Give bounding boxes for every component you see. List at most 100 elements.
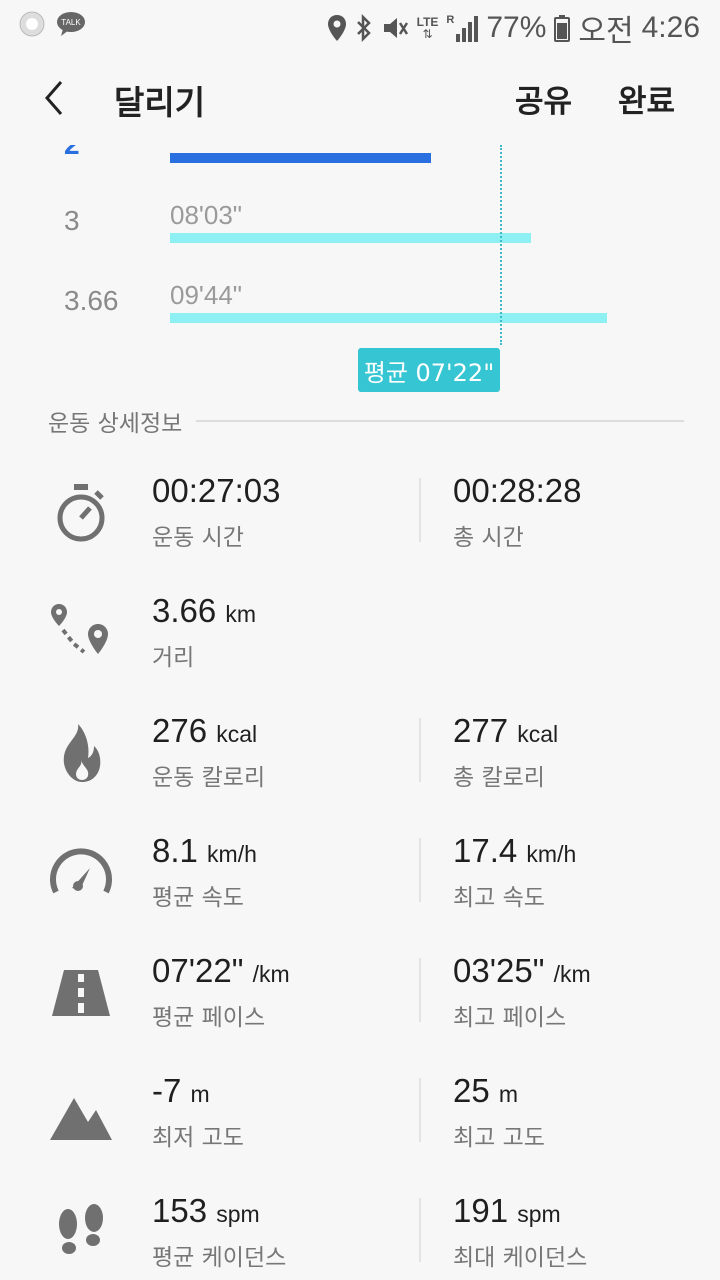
column-divider xyxy=(419,478,421,542)
metric-label: 평균 속도 xyxy=(152,885,244,911)
speedometer-icon xyxy=(50,848,112,894)
battery-icon xyxy=(554,15,571,42)
road-icon xyxy=(52,970,110,1016)
metric-unit: m xyxy=(498,1081,519,1107)
metric-value: 153 xyxy=(152,1192,208,1229)
divider xyxy=(196,420,684,422)
split-label: 2 xyxy=(64,145,80,161)
metric-unit: km/h xyxy=(207,841,257,867)
metric-label: 평균 케이던스 xyxy=(152,1245,287,1271)
metric-label: 운동 칼로리 xyxy=(152,765,266,791)
lte-icon: LTE ⇅ xyxy=(417,16,439,40)
footprints-icon xyxy=(59,1204,103,1254)
split-label: 3 xyxy=(64,205,80,236)
metric-row-calories: 276 kcal 운동 칼로리 277 kcal 총 칼로리 xyxy=(0,712,720,832)
metric-unit: kcal xyxy=(216,721,258,747)
roaming-indicator: R xyxy=(446,14,455,26)
section-title: 운동 상세정보 xyxy=(48,411,183,437)
metric-best-pace: 03'25" /km 최고 페이스 xyxy=(453,952,591,1032)
metric-average-speed: 8.1 km/h 평균 속도 xyxy=(152,832,257,912)
metric-label: 최저 고도 xyxy=(152,1125,244,1151)
mountain-icon xyxy=(50,1098,112,1140)
split-pace-chart: 2 3 08'03" 3.66 09'44" 평균 07'22" xyxy=(0,145,720,395)
metric-row-pace: 07'22" /km 평균 페이스 03'25" /km 최고 페이스 xyxy=(0,952,720,1072)
metric-value: 276 xyxy=(152,712,208,749)
signal-bar xyxy=(468,22,473,42)
metric-max-altitude: 25 m 최고 고도 xyxy=(453,1072,545,1152)
metric-unit: /km xyxy=(252,961,290,987)
average-pace-badge: 평균 07'22" xyxy=(358,348,500,392)
metric-label: 운동 시간 xyxy=(152,525,244,551)
metric-workout-calories: 276 kcal 운동 칼로리 xyxy=(152,712,265,792)
metric-label: 거리 xyxy=(152,645,195,671)
metric-row-speed: 8.1 km/h 평균 속도 17.4 km/h 최고 속도 xyxy=(0,832,720,952)
metric-value: 07'22" xyxy=(152,952,244,989)
status-time: 4:26 xyxy=(641,11,700,44)
split-bar xyxy=(170,313,607,323)
metric-label: 최고 속도 xyxy=(453,885,545,911)
metric-row-time: 00:27:03 운동 시간 00:28:28 총 시간 xyxy=(0,472,720,592)
metric-value: 277 xyxy=(453,712,509,749)
column-divider xyxy=(419,838,421,902)
split-time: 09'44" xyxy=(170,280,243,310)
metric-distance: 3.66 km 거리 xyxy=(152,592,256,672)
page-title: 달리기 xyxy=(114,83,206,122)
split-time: 08'03" xyxy=(170,200,243,230)
metric-value: 8.1 xyxy=(152,832,198,869)
metric-label: 최고 페이스 xyxy=(453,1005,567,1031)
bluetooth-icon xyxy=(356,14,371,42)
metric-value: 00:27:03 xyxy=(152,472,281,509)
status-left: TALK xyxy=(18,10,86,38)
route-distance-icon xyxy=(51,604,108,654)
status-ampm: 오전 xyxy=(578,15,634,48)
back-button[interactable] xyxy=(28,72,80,124)
stopwatch-icon xyxy=(57,484,105,542)
battery-percent: 77% xyxy=(486,11,547,44)
flame-icon xyxy=(63,724,101,782)
metric-label: 평균 페이스 xyxy=(152,1005,266,1031)
app-bar: 달리기 공유 완료 xyxy=(0,50,720,145)
talk-icon: TALK xyxy=(57,12,85,36)
metric-total-calories: 277 kcal 총 칼로리 xyxy=(453,712,558,792)
metric-unit: /km xyxy=(553,961,591,987)
metric-min-altitude: -7 m 최저 고도 xyxy=(152,1072,244,1152)
metric-workout-time: 00:27:03 운동 시간 xyxy=(152,472,280,552)
metric-value: 00:28:28 xyxy=(453,472,582,509)
metric-row-cadence: 153 spm 평균 케이던스 191 spm 최대 케이던스 xyxy=(0,1192,720,1280)
metric-unit: spm xyxy=(216,1201,260,1227)
metric-max-cadence: 191 spm 최대 케이던스 xyxy=(453,1192,587,1272)
location-icon xyxy=(327,15,346,41)
metric-value: -7 xyxy=(152,1072,182,1109)
metric-value: 3.66 xyxy=(152,592,217,629)
average-pace-line xyxy=(500,145,502,345)
share-button[interactable]: 공유 xyxy=(515,76,572,121)
metric-unit: m xyxy=(190,1081,210,1107)
status-right: LTE ⇅ R 77% 오전 4:26 xyxy=(327,6,700,50)
lte-arrows: ⇅ xyxy=(422,27,433,41)
status-bar: TALK LTE ⇅ R 77% 오전 4:26 xyxy=(0,0,720,50)
column-divider xyxy=(419,718,421,782)
metric-row-distance: 3.66 km 거리 xyxy=(0,592,720,712)
metric-label: 최고 고도 xyxy=(453,1125,545,1151)
column-divider xyxy=(419,1198,421,1262)
message-bubble-icon xyxy=(19,11,45,37)
split-bar xyxy=(170,233,531,243)
column-divider xyxy=(419,958,421,1022)
metric-value: 03'25" xyxy=(453,952,545,989)
metric-unit: km xyxy=(225,601,257,627)
chevron-left-icon xyxy=(45,81,63,115)
talk-text: TALK xyxy=(61,18,81,27)
metric-row-altitude: -7 m 최저 고도 25 m 최고 고도 xyxy=(0,1072,720,1192)
details-section-header: 운동 상세정보 xyxy=(48,404,684,438)
metric-label: 총 칼로리 xyxy=(453,765,545,791)
metric-unit: km/h xyxy=(526,841,577,867)
signal-bar xyxy=(462,28,467,42)
metric-value: 17.4 xyxy=(453,832,518,869)
metric-max-speed: 17.4 km/h 최고 속도 xyxy=(453,832,576,912)
metric-value: 25 xyxy=(453,1072,490,1109)
done-button[interactable]: 완료 xyxy=(618,76,675,121)
signal-bar xyxy=(456,34,461,42)
metric-unit: spm xyxy=(517,1201,561,1227)
split-bar xyxy=(170,153,431,163)
metric-average-cadence: 153 spm 평균 케이던스 xyxy=(152,1192,286,1272)
